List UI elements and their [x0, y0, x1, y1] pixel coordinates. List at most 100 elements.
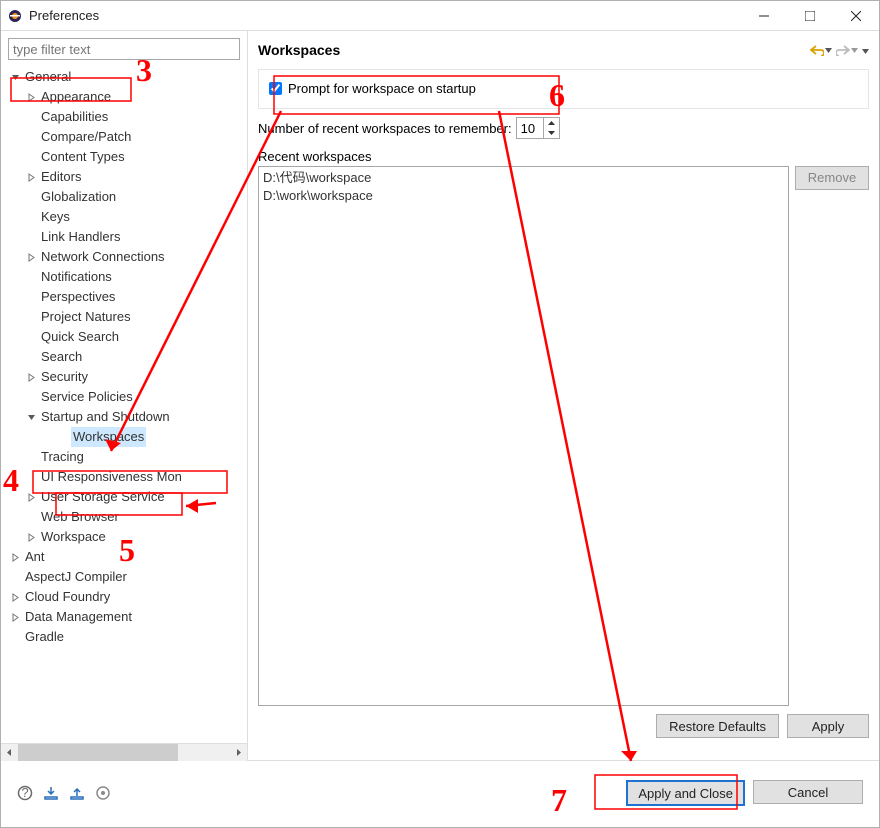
- tree-twisty-icon[interactable]: [25, 131, 37, 143]
- tree-item[interactable]: Data Management: [5, 607, 247, 627]
- tree-twisty-icon[interactable]: [25, 211, 37, 223]
- panel-menu-icon[interactable]: [862, 43, 869, 58]
- tree-twisty-icon[interactable]: [25, 251, 37, 263]
- spinner-up-icon[interactable]: [544, 118, 559, 128]
- tree-item[interactable]: Startup and Shutdown: [5, 407, 247, 427]
- tree-item[interactable]: Project Natures: [5, 307, 247, 327]
- scroll-track[interactable]: [18, 744, 230, 761]
- tree-twisty-icon[interactable]: [9, 611, 21, 623]
- tree-twisty-icon[interactable]: [25, 291, 37, 303]
- prompt-row: Prompt for workspace on startup: [269, 78, 858, 98]
- tree-twisty-icon[interactable]: [25, 271, 37, 283]
- tree-item-label: Workspace: [39, 527, 108, 547]
- preferences-tree[interactable]: GeneralAppearanceCapabilitiesCompare/Pat…: [1, 67, 247, 743]
- forward-button[interactable]: [836, 44, 858, 56]
- tree-twisty-icon[interactable]: [9, 71, 21, 83]
- list-item[interactable]: D:\work\workspace: [263, 187, 784, 205]
- tree-item[interactable]: Service Policies: [5, 387, 247, 407]
- tree-item[interactable]: Tracing: [5, 447, 247, 467]
- tree-item-label: Link Handlers: [39, 227, 123, 247]
- tree-item[interactable]: Content Types: [5, 147, 247, 167]
- cancel-button[interactable]: Cancel: [753, 780, 863, 804]
- prompt-checkbox[interactable]: [269, 82, 282, 95]
- tree-twisty-icon[interactable]: [25, 471, 37, 483]
- tree-twisty-icon[interactable]: [25, 391, 37, 403]
- tree-twisty-icon[interactable]: [9, 591, 21, 603]
- tree-item[interactable]: Workspace: [5, 527, 247, 547]
- tree-item[interactable]: Editors: [5, 167, 247, 187]
- remove-button[interactable]: Remove: [795, 166, 869, 190]
- tree-item[interactable]: Security: [5, 367, 247, 387]
- tree-twisty-icon[interactable]: [25, 331, 37, 343]
- tree-item[interactable]: Search: [5, 347, 247, 367]
- tree-item[interactable]: Workspaces: [5, 427, 247, 447]
- tree-item[interactable]: AspectJ Compiler: [5, 567, 247, 587]
- import-icon[interactable]: [43, 785, 59, 801]
- horizontal-scrollbar[interactable]: [1, 743, 247, 760]
- tree-item[interactable]: Web Browser: [5, 507, 247, 527]
- restore-defaults-button[interactable]: Restore Defaults: [656, 714, 779, 738]
- tree-item[interactable]: Capabilities: [5, 107, 247, 127]
- tree-twisty-icon[interactable]: [9, 551, 21, 563]
- tree-twisty-icon[interactable]: [25, 231, 37, 243]
- tree-twisty-icon[interactable]: [25, 351, 37, 363]
- tree-item-label: Search: [39, 347, 84, 367]
- close-button[interactable]: [833, 1, 879, 31]
- tree-twisty-icon[interactable]: [25, 91, 37, 103]
- tree-item[interactable]: Keys: [5, 207, 247, 227]
- list-item[interactable]: D:\代码\workspace: [263, 169, 784, 187]
- tree-item[interactable]: Gradle: [5, 627, 247, 647]
- tree-item[interactable]: UI Responsiveness Mon: [5, 467, 247, 487]
- back-button[interactable]: [810, 44, 832, 56]
- tree-item-label: General: [23, 67, 73, 87]
- minimize-button[interactable]: [741, 1, 787, 31]
- tree-twisty-icon[interactable]: [25, 191, 37, 203]
- recent-count-label: Number of recent workspaces to remember:: [258, 121, 512, 136]
- tree-item-label: Startup and Shutdown: [39, 407, 172, 427]
- spinner-down-icon[interactable]: [544, 128, 559, 138]
- tree-item[interactable]: User Storage Service: [5, 487, 247, 507]
- tree-twisty-icon[interactable]: [25, 311, 37, 323]
- tree-twisty-icon[interactable]: [25, 111, 37, 123]
- tree-twisty-icon[interactable]: [25, 531, 37, 543]
- tree-item-label: Data Management: [23, 607, 134, 627]
- tree-item[interactable]: Appearance: [5, 87, 247, 107]
- tree-twisty-icon[interactable]: [25, 171, 37, 183]
- tree-twisty-icon[interactable]: [25, 411, 37, 423]
- export-icon[interactable]: [69, 785, 85, 801]
- tree-item[interactable]: Quick Search: [5, 327, 247, 347]
- recent-count-input[interactable]: [517, 118, 543, 138]
- tree-item[interactable]: Globalization: [5, 187, 247, 207]
- filter-input[interactable]: [8, 38, 240, 60]
- apply-and-close-button[interactable]: Apply and Close: [626, 780, 745, 806]
- tree-item[interactable]: Cloud Foundry: [5, 587, 247, 607]
- tree-item[interactable]: Network Connections: [5, 247, 247, 267]
- tree-twisty-icon[interactable]: [25, 371, 37, 383]
- tree-item[interactable]: General: [5, 67, 247, 87]
- tree-twisty-icon[interactable]: [25, 151, 37, 163]
- recent-count-row: Number of recent workspaces to remember:: [258, 117, 869, 139]
- prompt-label: Prompt for workspace on startup: [288, 81, 476, 96]
- scroll-left-icon[interactable]: [1, 744, 18, 761]
- tree-item[interactable]: Notifications: [5, 267, 247, 287]
- preferences-sidebar: GeneralAppearanceCapabilitiesCompare/Pat…: [1, 31, 248, 760]
- tree-item[interactable]: Ant: [5, 547, 247, 567]
- scroll-right-icon[interactable]: [230, 744, 247, 761]
- tree-item[interactable]: Compare/Patch: [5, 127, 247, 147]
- apply-button[interactable]: Apply: [787, 714, 869, 738]
- scroll-thumb[interactable]: [18, 744, 178, 761]
- tree-twisty-icon[interactable]: [9, 631, 21, 643]
- tree-twisty-icon[interactable]: [57, 431, 69, 443]
- tree-item[interactable]: Link Handlers: [5, 227, 247, 247]
- tree-item-label: AspectJ Compiler: [23, 567, 129, 587]
- maximize-button[interactable]: [787, 1, 833, 31]
- recent-workspaces-list[interactable]: D:\代码\workspaceD:\work\workspace: [258, 166, 789, 706]
- help-icon[interactable]: ?: [17, 785, 33, 801]
- recent-count-spinner[interactable]: [516, 117, 560, 139]
- tree-twisty-icon[interactable]: [25, 491, 37, 503]
- tree-item[interactable]: Perspectives: [5, 287, 247, 307]
- oomph-icon[interactable]: [95, 785, 111, 801]
- tree-twisty-icon[interactable]: [25, 451, 37, 463]
- tree-twisty-icon[interactable]: [9, 571, 21, 583]
- tree-twisty-icon[interactable]: [25, 511, 37, 523]
